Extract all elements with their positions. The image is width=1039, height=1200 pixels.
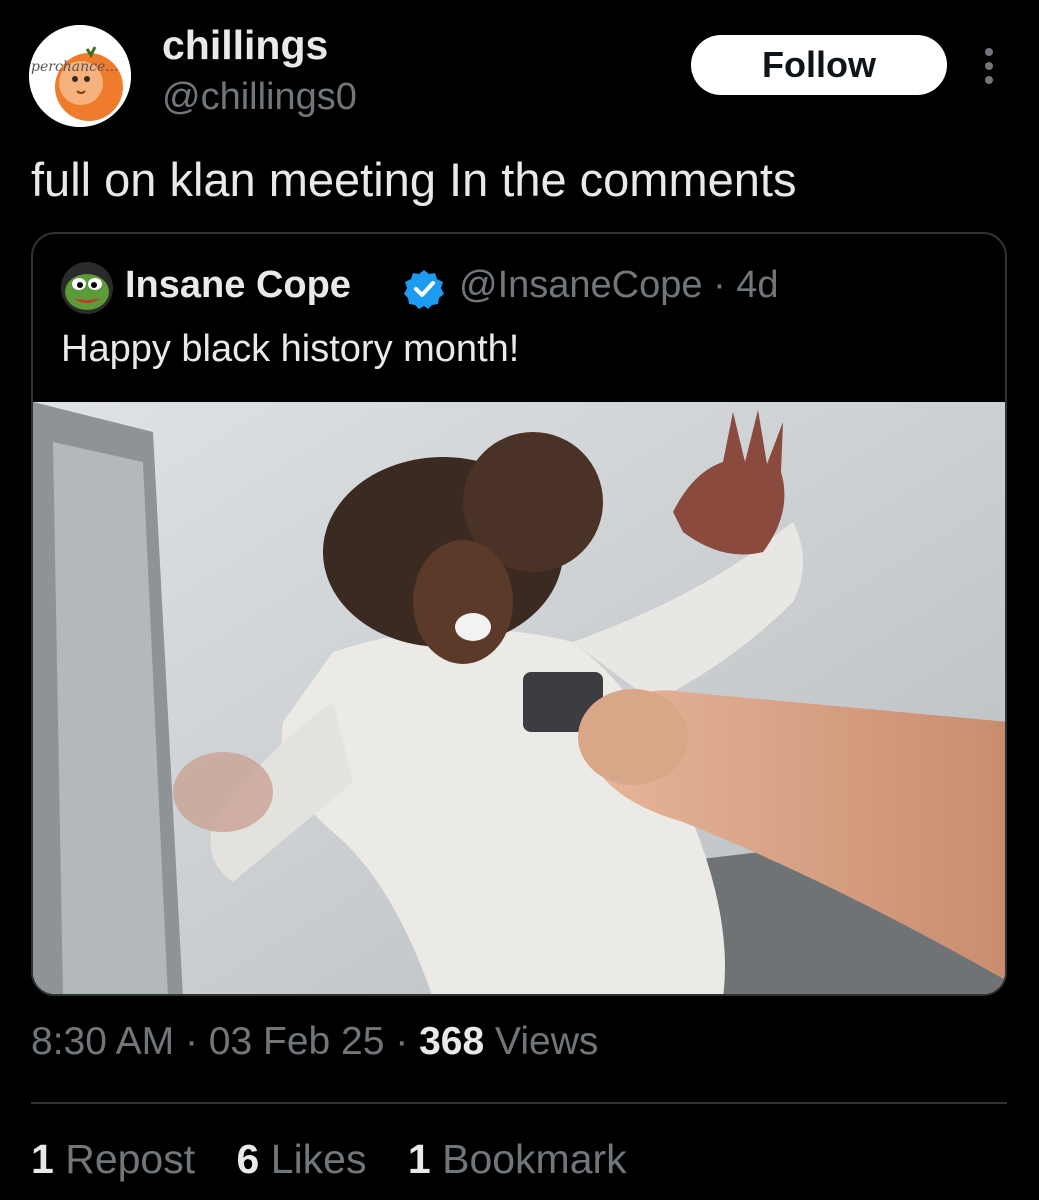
verified-badge-icon [403, 268, 445, 310]
photo-image [33, 402, 1005, 994]
quoted-handle-age: @InsaneCope · 4d [459, 264, 779, 307]
svg-text:perchance...: perchance... [31, 59, 119, 75]
separator: · [713, 264, 726, 306]
author-avatar[interactable]: perchance... [29, 25, 131, 127]
reposts-label: Repost [65, 1136, 196, 1182]
frog-avatar-icon [61, 262, 113, 314]
reposts-stat[interactable]: 1 Repost [31, 1136, 195, 1183]
quoted-display-name[interactable]: Insane Cope [125, 264, 351, 307]
separator: · [184, 1020, 198, 1063]
post-timestamp-row: 8:30 AM · 03 Feb 25 · 368 Views [31, 1020, 598, 1064]
post-text: full on klan meeting In the comments [31, 153, 797, 206]
views-count: 368 [419, 1020, 485, 1063]
bookmarks-count: 1 [407, 1136, 431, 1182]
follow-button[interactable]: Follow [691, 35, 947, 95]
more-vertical-icon[interactable] [972, 44, 1006, 88]
quoted-post-card[interactable]: Insane Cope @InsaneCope · 4d Happy black… [31, 232, 1007, 996]
avatar-image: perchance... [29, 25, 131, 127]
post-screen: perchance... chillings @chillings0 Follo… [0, 0, 1039, 1200]
engagement-stats: 1 Repost 6 Likes 1 Bookmark [31, 1136, 657, 1183]
author-display-name[interactable]: chillings [162, 22, 328, 69]
divider [31, 1102, 1007, 1104]
bookmarks-label: Bookmark [442, 1136, 627, 1182]
likes-stat[interactable]: 6 Likes [237, 1136, 367, 1183]
bookmarks-stat[interactable]: 1 Bookmark [408, 1136, 627, 1183]
likes-label: Likes [270, 1136, 367, 1182]
quoted-author-avatar[interactable] [61, 262, 113, 314]
reposts-count: 1 [31, 1136, 54, 1182]
quoted-handle[interactable]: @InsaneCope [459, 264, 703, 306]
post-time[interactable]: 8:30 AM [31, 1020, 174, 1063]
author-handle[interactable]: @chillings0 [162, 76, 357, 119]
likes-count: 6 [236, 1136, 260, 1182]
quoted-post-photo[interactable] [33, 402, 1005, 994]
quoted-age: 4d [736, 264, 779, 306]
quoted-post-text: Happy black history month! [61, 328, 520, 370]
separator: · [395, 1020, 409, 1063]
views-label: Views [495, 1020, 599, 1063]
post-date[interactable]: 03 Feb 25 [209, 1020, 385, 1063]
